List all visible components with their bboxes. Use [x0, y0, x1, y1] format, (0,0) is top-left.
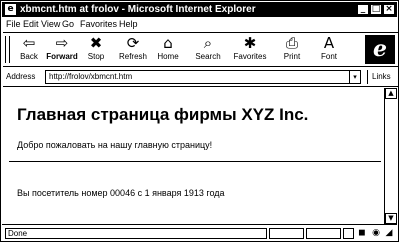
security-icon: ◼: [358, 228, 366, 238]
print-button[interactable]: ⎙ Print: [275, 34, 309, 66]
toolbar: ⇦ Back ⇨ Forward ✖ Stop ⟳ Refresh ⌂ Home…: [3, 32, 398, 67]
status-panel: [343, 228, 354, 239]
close-button[interactable]: ×: [383, 4, 395, 15]
address-dropdown-button[interactable]: ▾: [349, 71, 360, 83]
status-bar: Done ◼ ◉ ◢: [2, 224, 397, 241]
stop-icon: ✖: [89, 34, 103, 52]
status-text: Done: [5, 228, 267, 239]
status-panel: [306, 228, 341, 239]
back-button[interactable]: ⇦ Back: [12, 34, 46, 66]
font-button[interactable]: A Font: [312, 34, 346, 66]
back-arrow-icon: ⇦: [22, 34, 36, 52]
menu-edit[interactable]: Edit: [23, 18, 39, 30]
menu-file[interactable]: File: [6, 18, 21, 30]
home-icon: ⌂: [163, 34, 173, 52]
menu-favorites[interactable]: Favorites: [80, 18, 117, 30]
search-icon: ⌕: [203, 34, 213, 52]
refresh-icon: ⟳: [126, 34, 140, 52]
visitor-counter-text: Вы посетитель номер 00046 с 1 января 191…: [17, 188, 225, 198]
horizontal-rule: [9, 161, 381, 162]
refresh-button[interactable]: ⟳ Refresh: [116, 34, 150, 66]
minimize-button[interactable]: _: [357, 4, 369, 15]
browser-window: e xbmcnt.htm at frolov - Microsoft Inter…: [0, 0, 399, 242]
menu-go[interactable]: Go: [62, 18, 74, 30]
scroll-down-button[interactable]: ▼: [385, 213, 397, 224]
maximize-button[interactable]: □: [370, 4, 382, 15]
links-button[interactable]: Links: [367, 70, 398, 84]
forward-button[interactable]: ⇨ Forward: [45, 34, 79, 66]
page-content: Главная страница фирмы XYZ Inc. Добро по…: [3, 88, 382, 224]
favorites-icon: ✱: [243, 34, 257, 52]
zone-globe-icon: ◉: [372, 228, 380, 238]
ie-logo-icon: e: [365, 35, 395, 64]
refresh-label: Refresh: [118, 52, 147, 61]
page-icon: e: [5, 4, 16, 15]
address-input[interactable]: http://frolov/xbmcnt.htm ▾: [45, 70, 361, 84]
welcome-text: Добро пожаловать на нашу главную страниц…: [17, 140, 213, 150]
back-label: Back: [20, 52, 38, 61]
window-title: xbmcnt.htm at frolov - Microsoft Interne…: [20, 4, 256, 15]
forward-arrow-icon: ⇨: [55, 34, 69, 52]
address-value: http://frolov/xbmcnt.htm: [49, 72, 133, 81]
search-button[interactable]: ⌕ Search: [191, 34, 225, 66]
page-heading: Главная страница фирмы XYZ Inc.: [17, 105, 309, 124]
font-label: Font: [320, 52, 337, 61]
font-icon: A: [323, 34, 335, 52]
resize-grip-icon[interactable]: ◢: [383, 227, 395, 239]
forward-label: Forward: [46, 52, 78, 61]
toolbar-grip[interactable]: [5, 36, 10, 63]
scroll-up-button[interactable]: ▲: [385, 88, 397, 99]
menu-view[interactable]: View: [41, 18, 60, 30]
title-bar[interactable]: e xbmcnt.htm at frolov - Microsoft Inter…: [2, 2, 397, 17]
status-panel: [269, 228, 304, 239]
stop-button[interactable]: ✖ Stop: [79, 34, 113, 66]
favorites-label: Favorites: [233, 52, 267, 61]
menu-bar: File Edit View Go Favorites Help: [3, 18, 397, 30]
address-bar: Address http://frolov/xbmcnt.htm ▾ Links: [3, 68, 398, 87]
vertical-scrollbar[interactable]: ▲ ▼: [384, 88, 397, 224]
favorites-button[interactable]: ✱ Favorites: [231, 34, 269, 66]
search-label: Search: [195, 52, 221, 61]
address-label: Address: [6, 72, 36, 81]
home-label: Home: [157, 52, 179, 61]
stop-label: Stop: [87, 52, 105, 61]
home-button[interactable]: ⌂ Home: [151, 34, 185, 66]
print-label: Print: [283, 52, 301, 61]
print-icon: ⎙: [285, 34, 298, 52]
menu-help[interactable]: Help: [119, 18, 138, 30]
